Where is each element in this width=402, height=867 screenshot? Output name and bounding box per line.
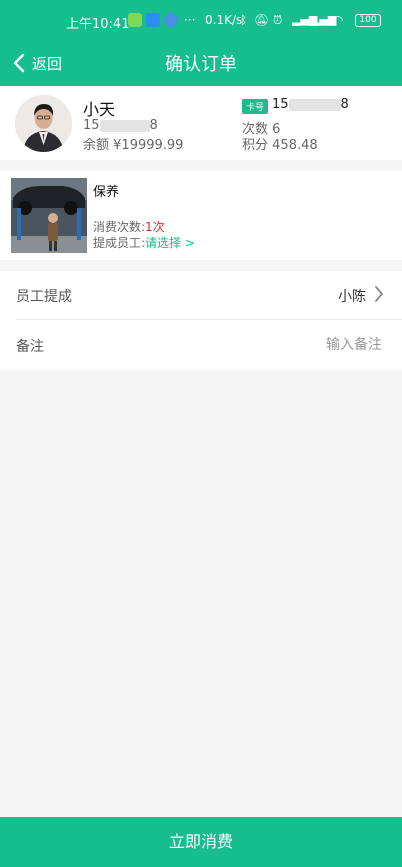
message-icon bbox=[164, 13, 178, 27]
member-phone-suffix: 8 bbox=[149, 118, 158, 133]
member-name: 小天 bbox=[83, 100, 116, 119]
service-image bbox=[11, 178, 87, 253]
alarm-icon: ⏰︎ bbox=[273, 13, 283, 27]
battery-icon: 100 bbox=[355, 14, 381, 27]
service-count: 消费次数:1次 bbox=[93, 218, 165, 235]
status-time: 上午10:41 bbox=[66, 17, 130, 32]
order-form: 员工提成 小陈 备注 bbox=[0, 271, 402, 370]
mute-icon: 🔕︎ bbox=[254, 13, 270, 27]
staff-label: 提成员工: bbox=[93, 236, 146, 250]
bluetooth-icon: ᛒ bbox=[240, 13, 248, 27]
card-tag: 卡号 bbox=[242, 99, 269, 114]
count-label: 消费次数: bbox=[93, 220, 146, 234]
card-prefix: 15 bbox=[272, 97, 289, 112]
wifi-icon: ◠ bbox=[333, 13, 344, 27]
member-phone-prefix: 15 bbox=[83, 118, 100, 133]
submit-button[interactable]: 立即消费 bbox=[0, 817, 402, 867]
select-staff-link[interactable]: 请选择 > bbox=[145, 236, 195, 250]
navbar: 返回 确认订单 bbox=[0, 40, 402, 86]
member-balance: 余额 ¥19999.99 bbox=[83, 134, 183, 153]
service-staff: 提成员工:请选择 > bbox=[93, 234, 195, 251]
balance-label: 余额 bbox=[83, 138, 110, 153]
balance-value: ¥19999.99 bbox=[113, 138, 184, 153]
divider bbox=[16, 319, 402, 320]
commission-value: 小陈 bbox=[338, 289, 366, 305]
app-icon bbox=[128, 13, 142, 27]
header: 上午10:41 ··· 0.1K/s ᛒ 🔕︎ ⏰︎ ▂▄▆ ▂▄▆ ◠ 100… bbox=[0, 0, 402, 86]
notification-dots: ··· bbox=[184, 13, 196, 27]
page-title: 确认订单 bbox=[165, 54, 237, 75]
commission-label: 员工提成 bbox=[16, 289, 72, 305]
service-name: 保养 bbox=[93, 185, 120, 200]
card-suffix: 8 bbox=[340, 97, 349, 112]
count-value: 1次 bbox=[145, 220, 165, 234]
card-number: 15 8 bbox=[272, 97, 349, 112]
avatar bbox=[15, 95, 72, 152]
member-phone: 15 8 bbox=[83, 118, 158, 133]
status-bar: 上午10:41 ··· 0.1K/s ᛒ 🔕︎ ⏰︎ ▂▄▆ ▂▄▆ ◠ 100 bbox=[0, 0, 402, 40]
member-points: 积分 458.48 bbox=[242, 134, 318, 153]
commission-row[interactable]: 员工提成 小陈 bbox=[0, 271, 402, 320]
points-value: 458.48 bbox=[272, 138, 318, 153]
remark-label: 备注 bbox=[16, 339, 44, 355]
remark-input[interactable] bbox=[222, 334, 382, 356]
masked-blur bbox=[99, 119, 150, 132]
masked-blur bbox=[288, 98, 341, 111]
member-card: 小天 15 8 余额 ¥19999.99 卡号 15 8 次数 6 积分 458.4… bbox=[0, 86, 402, 160]
points-label: 积分 bbox=[242, 138, 269, 153]
service-item: 保养 消费次数:1次 提成员工:请选择 > bbox=[0, 171, 402, 260]
chevron-right-icon bbox=[375, 286, 383, 302]
remark-row: 备注 bbox=[0, 321, 402, 370]
net-speed: 0.1K/s bbox=[205, 13, 243, 27]
location-icon bbox=[146, 13, 160, 27]
